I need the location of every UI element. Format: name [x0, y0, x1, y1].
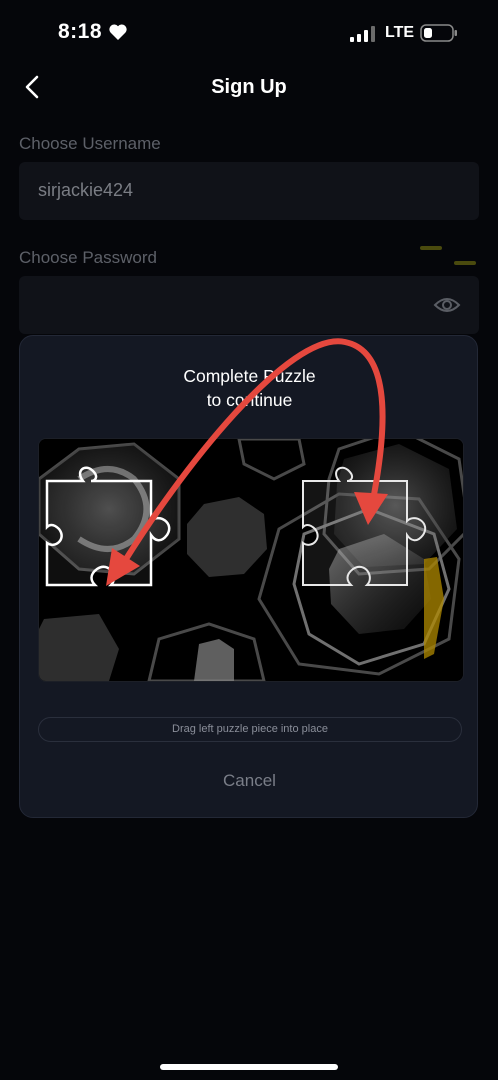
- puzzle-modal: Complete Puzzle to continue Drag left pu…: [19, 335, 478, 818]
- decorative-dash: [420, 246, 442, 250]
- password-field[interactable]: [19, 276, 479, 334]
- puzzle-slot: [302, 466, 426, 586]
- password-label: Choose Password: [19, 248, 157, 267]
- page-title: Sign Up: [211, 76, 287, 98]
- modal-title-line1: Complete Puzzle: [183, 366, 316, 386]
- puzzle-piece-icon[interactable]: [45, 466, 171, 587]
- status-time: 8:18: [58, 20, 103, 43]
- decorative-dash: [454, 261, 476, 265]
- slider-label: Drag left puzzle piece into place: [172, 723, 328, 735]
- cancel-button[interactable]: Cancel: [20, 771, 479, 791]
- puzzle-slider[interactable]: Drag left puzzle piece into place: [38, 717, 462, 742]
- network-type: LTE: [385, 24, 415, 41]
- modal-title: Complete Puzzle to continue: [20, 364, 479, 412]
- status-bar: 8:18 LTE: [0, 0, 498, 66]
- eye-icon[interactable]: [433, 294, 461, 316]
- username-label: Choose Username: [19, 134, 161, 153]
- username-value: sirjackie424: [38, 180, 134, 200]
- battery-icon: [420, 24, 457, 42]
- background-shape: [194, 639, 234, 681]
- puzzle-canvas: [38, 438, 464, 682]
- modal-title-line2: to continue: [206, 390, 293, 410]
- username-field[interactable]: sirjackie424: [19, 162, 479, 220]
- signal-icon: [350, 26, 375, 42]
- heart-icon: [109, 24, 127, 40]
- home-indicator: [160, 1064, 338, 1070]
